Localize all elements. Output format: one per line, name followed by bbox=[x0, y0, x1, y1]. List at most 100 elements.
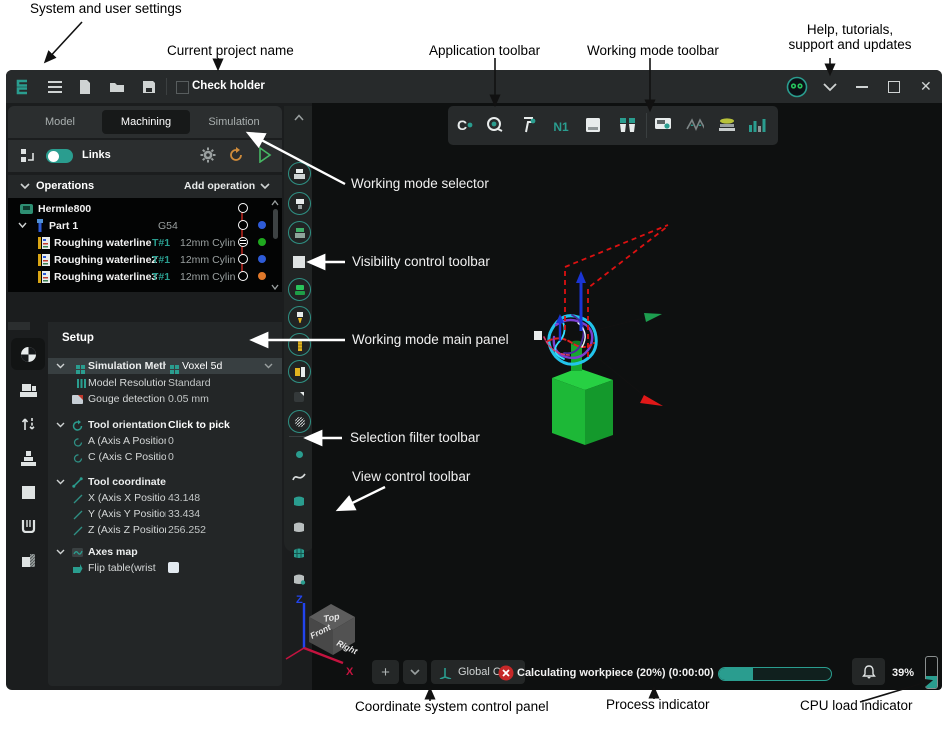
callout-cpu: CPU load indicator bbox=[800, 698, 913, 713]
operation-row-roughing2[interactable]: Roughing waterline2 T#1 12mm Cylin bbox=[8, 251, 282, 268]
cs-dropdown-button[interactable] bbox=[403, 660, 427, 684]
callout-help: Help, tutorials, support and updates bbox=[762, 22, 938, 52]
settings-gear-icon[interactable] bbox=[200, 147, 216, 168]
tab-simulation[interactable]: Simulation bbox=[192, 110, 276, 134]
user-avatar[interactable] bbox=[786, 70, 808, 103]
setup-row-model-resolution[interactable]: Model Resolution Standard bbox=[48, 375, 282, 391]
operation-row-roughing1[interactable]: Roughing waterline T#1 12mm Cylin bbox=[8, 234, 282, 251]
part-collapse-icon[interactable] bbox=[18, 222, 27, 229]
save-project-icon[interactable] bbox=[140, 78, 158, 96]
close-button[interactable]: ✕ bbox=[920, 70, 932, 103]
callout-main-panel: Working mode main panel bbox=[352, 332, 509, 347]
operations-header: Operations Add operation bbox=[8, 175, 282, 198]
view-cube[interactable]: Top Front Right Z X bbox=[286, 594, 360, 678]
cpu-load-value: 39% bbox=[892, 667, 914, 679]
operations-title: Operations bbox=[36, 180, 94, 192]
add-operation-button[interactable]: Add operation bbox=[184, 180, 255, 192]
operation-status-dot bbox=[258, 272, 266, 280]
viewcube-right-label: Right bbox=[335, 638, 360, 657]
callout-help-line2: support and updates bbox=[788, 37, 911, 52]
rail-machine-icon[interactable] bbox=[15, 377, 41, 403]
main-menu-button[interactable] bbox=[46, 78, 64, 96]
minimize-button[interactable] bbox=[856, 70, 868, 103]
project-icon bbox=[173, 78, 191, 96]
recalculate-icon[interactable] bbox=[228, 147, 244, 168]
coordinates-icon bbox=[72, 477, 83, 488]
operation-status-dot bbox=[258, 221, 266, 229]
setup-row-axis-z[interactable]: Z (Axis Z Position 256.252 bbox=[48, 522, 282, 538]
setup-row-tool-coordinates[interactable]: Tool coordinates bbox=[48, 474, 282, 490]
titlebar-divider bbox=[166, 78, 167, 95]
setup-row-tool-orientation[interactable]: Tool orientation Click to pick bbox=[48, 417, 282, 433]
open-project-icon[interactable] bbox=[108, 78, 126, 96]
setup-panel: Setup Simulation Method Voxel 5d Model R… bbox=[48, 322, 282, 686]
cs-axis-icon bbox=[439, 666, 452, 679]
links-icon bbox=[20, 148, 36, 169]
operation-state-circle[interactable] bbox=[238, 254, 248, 264]
setup-row-axes-map[interactable]: Axes map bbox=[48, 544, 282, 560]
operation-row-part[interactable]: Part 1 G54 bbox=[8, 217, 282, 234]
resolution-icon bbox=[72, 378, 83, 389]
rail-stock-icon[interactable] bbox=[15, 547, 41, 573]
operation-row-machine[interactable]: Hermle800 bbox=[8, 200, 282, 217]
callout-selection-toolbar: Selection filter toolbar bbox=[350, 430, 480, 445]
axes-map-icon bbox=[72, 547, 83, 558]
axis-x-label: X bbox=[346, 666, 354, 678]
links-row: Links bbox=[8, 140, 282, 172]
operation-state-circle[interactable] bbox=[238, 271, 248, 281]
setup-row-flip-table[interactable]: Flip table(wrist bbox=[48, 560, 282, 576]
callout-visibility-toolbar: Visibility control toolbar bbox=[352, 254, 490, 269]
dropdown-caret-icon[interactable] bbox=[264, 363, 273, 369]
setup-row-axis-x[interactable]: X (Axis X Position 43.148 bbox=[48, 490, 282, 506]
app-logo bbox=[12, 78, 30, 96]
operation-state-circle[interactable] bbox=[238, 203, 248, 213]
add-cs-button[interactable]: + bbox=[372, 660, 399, 684]
working-mode-selector: Model Machining Simulation bbox=[8, 106, 282, 138]
callout-view-toolbar: View control toolbar bbox=[352, 469, 470, 484]
setup-row-gouge-detection[interactable]: Gouge detection 0.05 mm bbox=[48, 391, 282, 407]
process-stop-icon[interactable] bbox=[498, 665, 514, 686]
operation-row-roughing3[interactable]: Roughing waterline3 T#1 12mm Cylin bbox=[8, 268, 282, 285]
help-menu-button[interactable] bbox=[822, 70, 838, 103]
new-file-icon[interactable] bbox=[76, 78, 94, 96]
flip-table-checkbox[interactable] bbox=[168, 562, 179, 573]
coordinate-axis-icon bbox=[72, 525, 83, 536]
setup-row-axis-y[interactable]: Y (Axis Y Position 33.434 bbox=[48, 506, 282, 522]
rail-tool-icon[interactable] bbox=[15, 445, 41, 471]
operation-state-circle-paused[interactable] bbox=[238, 237, 248, 247]
process-status-text: Calculating workpiece (20%) (0:00:00) bbox=[517, 667, 714, 679]
operation-icon bbox=[38, 270, 50, 288]
rail-workpiece-icon[interactable] bbox=[15, 479, 41, 505]
callout-system-settings: System and user settings bbox=[30, 1, 182, 16]
setup-row-axis-c[interactable]: C (Axis C Position 0 bbox=[48, 449, 282, 465]
axis-rotate-icon bbox=[72, 436, 83, 447]
process-progress-fill bbox=[719, 668, 753, 680]
setup-row-axis-a[interactable]: A (Axis A Position 0 bbox=[48, 433, 282, 449]
gouge-icon bbox=[72, 394, 83, 405]
callout-help-line1: Help, tutorials, bbox=[807, 22, 893, 37]
notifications-button[interactable] bbox=[852, 658, 885, 685]
add-operation-caret-icon[interactable] bbox=[260, 183, 270, 190]
callout-cs-panel: Coordinate system control panel bbox=[355, 699, 549, 714]
cpu-load-indicator bbox=[925, 656, 938, 689]
voxel-icon bbox=[166, 361, 177, 372]
operation-status-dot bbox=[258, 238, 266, 246]
callout-mode-selector: Working mode selector bbox=[351, 176, 489, 191]
tab-machining[interactable]: Machining bbox=[102, 110, 190, 134]
maximize-button[interactable] bbox=[888, 70, 900, 103]
callout-app-toolbar: Application toolbar bbox=[429, 43, 540, 58]
run-simulation-icon[interactable] bbox=[258, 147, 272, 168]
title-bar: Check holder ✕ bbox=[6, 70, 942, 103]
operation-state-circle[interactable] bbox=[238, 220, 248, 230]
tab-model[interactable]: Model bbox=[20, 110, 100, 134]
setup-row-simulation-method[interactable]: Simulation Method Voxel 5d bbox=[48, 358, 282, 374]
links-toggle[interactable] bbox=[46, 149, 73, 163]
axis-rotate-icon bbox=[72, 452, 83, 463]
operations-list: Hermle800 Part 1 G54 Roughing waterline … bbox=[8, 198, 282, 292]
coordinate-axis-icon bbox=[72, 493, 83, 504]
rail-fixture-icon[interactable] bbox=[15, 513, 41, 539]
setup-target-icon[interactable] bbox=[15, 341, 41, 367]
operations-collapse-icon[interactable] bbox=[20, 183, 30, 190]
callout-mode-toolbar: Working mode toolbar bbox=[587, 43, 719, 58]
rail-transform-icon[interactable] bbox=[15, 411, 41, 437]
